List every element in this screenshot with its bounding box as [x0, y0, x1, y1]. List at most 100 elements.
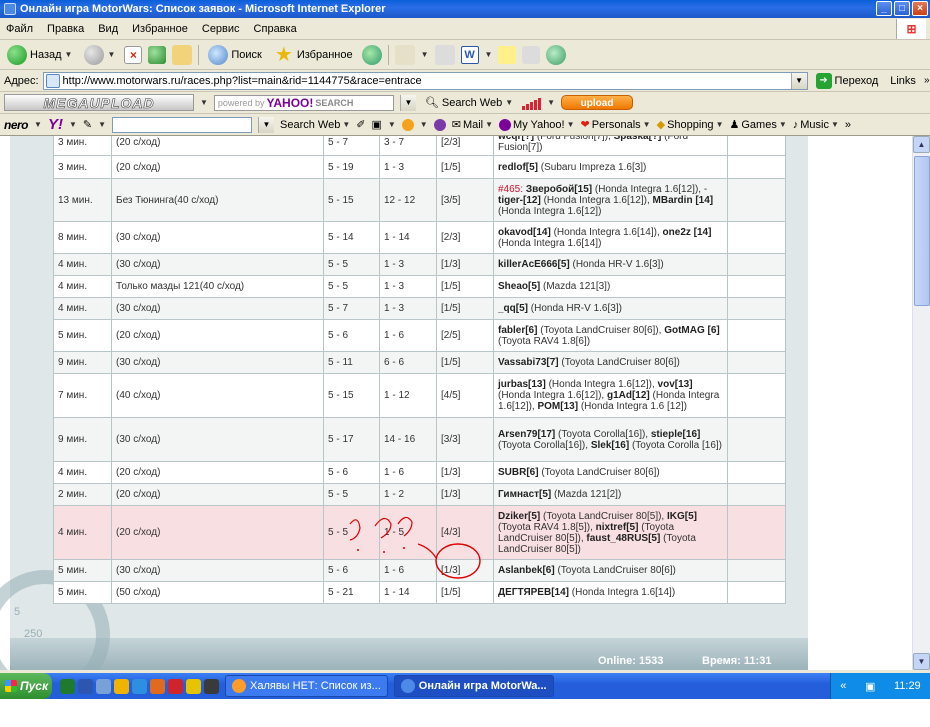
player-name-link[interactable]: redlof[5] — [498, 162, 538, 173]
nero-dropdown-icon[interactable]: ▼ — [34, 120, 42, 129]
yahoo-search-field[interactable] — [112, 116, 252, 133]
race-row[interactable]: 9 мин. (30 с/ход) 5 - 17 14 - 16 [3/3] Arsen7… — [53, 417, 786, 462]
player-name-link[interactable]: fabler[6] — [498, 325, 537, 336]
race-row[interactable]: 3 мин. (20 с/ход) 5 - 19 1 - 3 [1/5] redlof[5… — [53, 155, 786, 179]
anti-spy-icon[interactable] — [401, 118, 414, 131]
media-icon[interactable] — [204, 678, 219, 694]
address-dropdown-icon[interactable]: ▼ — [790, 72, 807, 89]
yahoo-search-web-dropdown-icon[interactable]: ▼ — [342, 120, 350, 129]
race-row[interactable]: 3 мин. (20 с/ход) 5 - 73 - 7 [2/3] wcqr[?] (… — [53, 136, 786, 156]
race-action-cell[interactable] — [727, 483, 786, 506]
menu-edit[interactable]: Правка — [47, 23, 84, 35]
player-name-link[interactable]: IKG[5] — [667, 511, 697, 522]
player-name-link[interactable]: Aslanbek[6] — [498, 565, 555, 576]
player-name-link[interactable]: _qq[5] — [498, 303, 528, 314]
yahoo-search-dropdown-icon[interactable]: ▼ — [399, 94, 416, 111]
race-row[interactable]: 4 мин. Только мазды 121(40 с/ход) 5 - 51 -… — [53, 275, 786, 298]
player-name-link[interactable]: nixtref[5] — [596, 522, 639, 533]
opera-icon[interactable] — [168, 678, 183, 694]
race-action-cell[interactable] — [727, 581, 786, 604]
player-name-link[interactable]: MBardin [14] — [653, 195, 714, 206]
notepad-icon[interactable] — [96, 678, 111, 694]
player-name-link[interactable]: Dziker[5] — [498, 511, 540, 522]
race-row[interactable]: 4 мин. (20 с/ход) 5 - 61 - 6 [1/3] SUBR[6] (… — [53, 461, 786, 484]
address-url[interactable]: http://www.motorwars.ru/races.php?list=m… — [63, 75, 788, 87]
vertical-scrollbar[interactable]: ▲ ▼ — [912, 136, 930, 670]
player-name-link[interactable]: Arsen79[17] — [498, 429, 555, 440]
forward-button[interactable]: ▼ — [81, 43, 118, 67]
firefox-icon[interactable] — [150, 678, 165, 694]
race-action-cell[interactable] — [727, 351, 786, 374]
race-action-cell[interactable] — [727, 297, 786, 320]
player-name-link[interactable]: Vassabi73[7] — [498, 357, 559, 368]
pencil-icon[interactable]: ✎ — [83, 118, 92, 131]
close-button[interactable]: × — [912, 1, 928, 16]
shopping-button[interactable]: ◆ Shopping ▼ — [657, 118, 724, 132]
ie-quicklaunch-icon[interactable] — [132, 678, 147, 694]
race-action-cell[interactable] — [727, 253, 786, 276]
yahoo-search-input[interactable]: powered by YAHOO! SEARCH — [213, 94, 394, 111]
nero-logo[interactable]: nero — [4, 118, 29, 132]
taskbar-item-haliavy[interactable]: Халявы НЕТ: Список из... — [225, 675, 388, 697]
player-name-link[interactable]: Зверобой[15] — [526, 184, 592, 195]
shopping-dropdown-icon[interactable]: ▼ — [716, 120, 724, 129]
mail-icon[interactable] — [394, 44, 415, 65]
games-dropdown-icon[interactable]: ▼ — [779, 120, 787, 129]
word-icon[interactable]: W — [460, 45, 479, 64]
race-row[interactable]: 7 мин. (40 с/ход) 5 - 15 1 - 12 [4/5] jurbas[… — [53, 373, 786, 418]
tray-expand-icon[interactable]: « — [840, 680, 846, 692]
yahoo-logo[interactable]: Y! — [48, 116, 63, 133]
player-name-link[interactable]: Гимнаст[5] — [498, 489, 551, 500]
race-action-cell[interactable] — [727, 373, 786, 418]
mega-dropdown-icon[interactable]: ▼ — [200, 98, 208, 107]
anti-spy-dropdown-icon[interactable]: ▼ — [420, 120, 428, 129]
scroll-up-icon[interactable]: ▲ — [913, 136, 930, 153]
personals-button[interactable]: ❤ Personals ▼ — [581, 118, 651, 132]
my-yahoo-dropdown-icon[interactable]: ▼ — [567, 120, 575, 129]
pencil-dropdown-icon[interactable]: ▼ — [98, 120, 106, 129]
player-name-link[interactable]: stieple[16] — [651, 429, 700, 440]
race-action-cell[interactable] — [727, 319, 786, 352]
race-action-cell[interactable] — [727, 155, 786, 179]
mail-dropdown-icon[interactable]: ▼ — [421, 50, 429, 59]
yahoo-dropdown-icon[interactable]: ▼ — [69, 120, 77, 129]
go-button[interactable]: ➜ Переход — [812, 72, 878, 89]
player-name-link[interactable]: one2z [14] — [663, 227, 712, 238]
messenger-icon[interactable] — [546, 44, 567, 65]
refresh-icon[interactable] — [148, 45, 167, 64]
mail-menu-dropdown-icon[interactable]: ▼ — [485, 120, 493, 129]
research-icon[interactable] — [522, 45, 541, 64]
toolbar-chevron-icon[interactable]: » — [845, 119, 851, 131]
minimize-button[interactable]: _ — [876, 1, 892, 16]
search-button[interactable]: Поиск — [205, 43, 264, 67]
race-row[interactable]: 9 мин. (30 с/ход) 5 - 11 6 - 6 [1/5] Vassabi7… — [53, 351, 786, 374]
stop-icon[interactable]: × — [124, 45, 143, 64]
race-action-cell[interactable] — [727, 136, 786, 156]
network-icon[interactable]: ▣ — [865, 680, 875, 693]
player-name-link[interactable]: jurbas[13] — [498, 379, 546, 390]
links-button[interactable]: Links — [890, 75, 916, 87]
music-button[interactable]: ♪ Music ▼ — [793, 119, 839, 131]
race-row[interactable]: 13 мин. Без Тюнинга(40 с/ход) 5 - 15 12 - 1… — [53, 178, 786, 222]
megaupload-logo[interactable]: MEGAUPLOAD — [4, 94, 194, 111]
player-name-link[interactable]: GotMAG [6] — [664, 325, 720, 336]
player-name-link[interactable]: vov[13] — [658, 379, 693, 390]
signal-bars-icon[interactable] — [522, 96, 542, 110]
race-row[interactable]: 4 мин. (30 с/ход) 5 - 71 - 3 [1/5] _qq[5] (H… — [53, 297, 786, 320]
home-icon[interactable] — [172, 44, 193, 65]
race-row[interactable]: 2 мин. (20 с/ход) 5 - 51 - 2 [1/3] Гимнаст[5… — [53, 483, 786, 506]
back-button[interactable]: Назад ▼ — [4, 43, 75, 67]
print-icon[interactable] — [434, 44, 455, 65]
taskbar-item-motorwars[interactable]: Онлайн игра MotorWa... — [393, 675, 554, 697]
games-button[interactable]: ♟ Games ▼ — [729, 118, 787, 132]
player-name-link[interactable]: POM[13] — [537, 401, 578, 412]
menu-favorites[interactable]: Избранное — [132, 23, 188, 35]
favorites-button[interactable]: ★ Избранное — [271, 43, 356, 67]
window-titlebar[interactable]: Онлайн игра MotorWars: Список заявок - M… — [0, 0, 930, 18]
links-chevron-icon[interactable]: » — [924, 75, 930, 86]
race-row[interactable]: 5 мин. (20 с/ход) 5 - 61 - 6 [2/5] fabler[6]… — [53, 319, 786, 352]
mail-button[interactable]: ✉ Mail ▼ — [452, 118, 493, 132]
race-row[interactable]: 8 мин. (30 с/ход) 5 - 14 1 - 14 [2/3] okavod[… — [53, 221, 786, 254]
highlight-icon[interactable]: ✐ — [356, 118, 365, 131]
mega-search-web-button[interactable]: 🔍︎ Search Web ▼ — [422, 91, 516, 115]
